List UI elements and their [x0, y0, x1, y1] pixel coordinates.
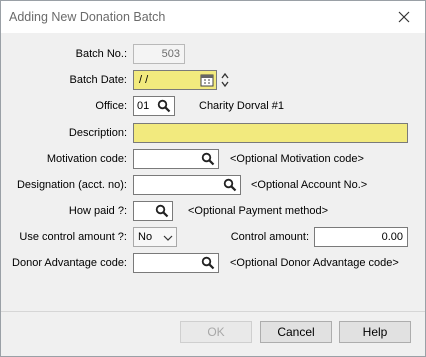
designation-hint: <Optional Account No.>	[251, 179, 368, 191]
office-label: Office:	[95, 100, 127, 112]
description-field[interactable]	[133, 123, 408, 143]
motivation-code-field[interactable]	[133, 149, 219, 169]
donor-advantage-code-hint: <Optional Donor Advantage code>	[230, 257, 399, 269]
calendar-icon[interactable]	[200, 73, 214, 87]
date-spinner[interactable]	[219, 70, 231, 90]
spinner-down-icon	[221, 81, 229, 88]
designation-field[interactable]	[133, 175, 241, 195]
search-icon[interactable]	[155, 204, 169, 218]
form-area: Batch No.: 503 Batch Date: / / Office: 0…	[1, 33, 425, 311]
batch-date-label: Batch Date:	[69, 74, 127, 86]
donor-advantage-code-field[interactable]	[133, 253, 219, 273]
use-control-amount-label: Use control amount ?:	[19, 231, 127, 243]
search-icon[interactable]	[223, 178, 237, 192]
dialog-window: Adding New Donation Batch Batch No.: 503…	[0, 0, 426, 357]
batch-date-field[interactable]: / /	[133, 70, 217, 90]
search-icon[interactable]	[201, 256, 215, 270]
designation-label: Designation (acct. no):	[16, 179, 127, 191]
description-label: Description:	[68, 127, 127, 139]
how-paid-hint: <Optional Payment method>	[188, 205, 329, 217]
office-field[interactable]: 01	[133, 96, 175, 116]
donor-advantage-code-label: Donor Advantage code:	[12, 257, 127, 269]
motivation-code-hint: <Optional Motivation code>	[230, 153, 364, 165]
search-icon[interactable]	[201, 152, 215, 166]
close-icon[interactable]	[395, 8, 413, 26]
help-button[interactable]: Help	[339, 321, 411, 343]
batch-no-label: Batch No.:	[75, 48, 127, 60]
batch-no-field: 503	[133, 44, 185, 64]
window-title: Adding New Donation Batch	[9, 10, 166, 24]
motivation-code-label: Motivation code:	[46, 153, 127, 165]
how-paid-field[interactable]	[133, 201, 173, 221]
chevron-down-icon	[163, 233, 173, 245]
office-name: Charity Dorval #1	[199, 100, 284, 112]
title-bar: Adding New Donation Batch	[1, 1, 425, 33]
control-amount-label: Control amount:	[230, 231, 309, 243]
spinner-up-icon[interactable]	[219, 70, 231, 90]
control-amount-field[interactable]: 0.00	[314, 227, 408, 247]
cancel-button[interactable]: Cancel	[260, 321, 332, 343]
how-paid-label: How paid ?:	[68, 205, 127, 217]
button-bar: OK Cancel Help	[1, 312, 425, 356]
use-control-amount-select[interactable]: No	[133, 227, 177, 247]
ok-button[interactable]: OK	[180, 321, 252, 343]
search-icon[interactable]	[157, 99, 171, 113]
